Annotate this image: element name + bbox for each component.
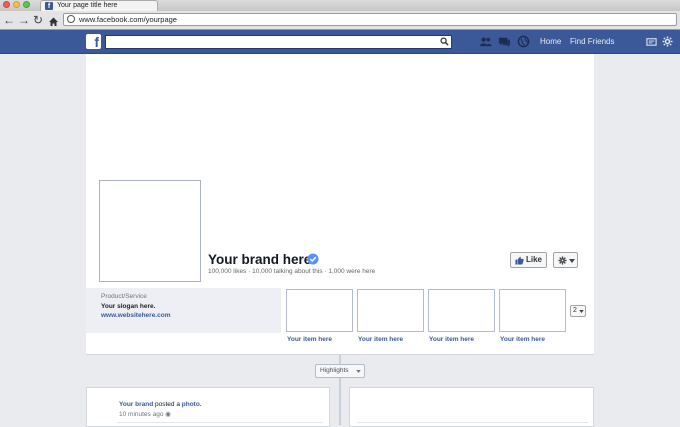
highlights-label: Highlights — [320, 367, 349, 374]
verified-badge-icon — [307, 253, 319, 265]
timeline-post-right — [349, 387, 594, 427]
app-label-3[interactable]: Your item here — [429, 336, 474, 343]
page-category: Product/Service — [101, 293, 147, 300]
app-thumbnail-4[interactable] — [499, 289, 566, 332]
page-info-bar: Product/Service Your slogan here. www.we… — [86, 288, 594, 355]
minimize-window-button[interactable] — [13, 1, 20, 8]
zoom-window-button[interactable] — [23, 1, 30, 8]
search-icon[interactable] — [440, 37, 449, 46]
search-input[interactable] — [105, 35, 452, 49]
messages-icon[interactable] — [498, 35, 511, 48]
globe-icon — [67, 15, 75, 23]
reload-icon[interactable]: ↻ — [33, 13, 43, 27]
post-header: Your brand posted a photo. — [119, 401, 202, 408]
post-divider — [358, 422, 588, 423]
browser-titlebar: f Your page title here — [0, 0, 680, 11]
settings-gear-icon[interactable] — [662, 36, 673, 47]
post-author-link[interactable]: Your brand — [119, 401, 153, 408]
page-website-link[interactable]: www.websitehere.com — [101, 312, 170, 319]
profile-picture[interactable] — [99, 180, 201, 282]
chevron-down-icon — [356, 370, 361, 373]
nav-find-friends-link[interactable]: Find Friends — [570, 37, 614, 47]
timeline-post-left: Your brand posted a photo. 10 minutes ag… — [86, 387, 330, 427]
post-divider — [117, 422, 322, 423]
tab-title: Your page title here — [57, 2, 118, 9]
url-text: www.facebook.com/yourpage — [79, 15, 177, 24]
facebook-topbar: f Home Find Friends — [0, 30, 680, 54]
thumbs-up-icon — [515, 256, 524, 265]
facebook-favicon-icon: f — [45, 2, 53, 10]
back-arrow-icon[interactable]: ← — [3, 13, 15, 27]
close-window-button[interactable] — [3, 1, 10, 8]
facebook-logo-icon[interactable]: f — [86, 34, 101, 50]
app-label-4[interactable]: Your item here — [500, 336, 545, 343]
friend-requests-icon[interactable] — [479, 35, 492, 48]
more-apps-count: 2 — [573, 307, 577, 314]
app-thumbnail-2[interactable] — [357, 289, 424, 332]
home-icon[interactable] — [48, 14, 59, 26]
privacy-shortcuts-icon[interactable] — [646, 36, 657, 47]
browser-toolbar: ← → ↻ www.facebook.com/yourpage — [0, 11, 680, 30]
forward-arrow-icon[interactable]: → — [18, 13, 30, 27]
like-button[interactable]: Like — [510, 252, 547, 268]
highlights-dropdown[interactable]: Highlights — [315, 364, 365, 378]
about-box[interactable]: Product/Service Your slogan here. www.we… — [86, 288, 281, 333]
notifications-globe-icon[interactable] — [517, 35, 530, 48]
post-object-link[interactable]: photo. — [182, 401, 202, 408]
post-timestamp[interactable]: 10 minutes ago ◉ — [119, 410, 171, 418]
post-action: posted a — [153, 401, 182, 408]
like-button-label: Like — [526, 255, 543, 264]
page-settings-button[interactable] — [553, 252, 578, 268]
app-label-2[interactable]: Your item here — [358, 336, 403, 343]
app-label-1[interactable]: Your item here — [287, 336, 332, 343]
chevron-down-icon — [569, 259, 575, 263]
page-slogan: Your slogan here. — [101, 303, 156, 310]
globe-icon: ◉ — [165, 411, 171, 418]
address-bar[interactable]: www.facebook.com/yourpage — [63, 13, 677, 26]
browser-tab[interactable]: f Your page title here — [40, 0, 158, 11]
nav-home-link[interactable]: Home — [540, 37, 561, 47]
app-thumbnail-3[interactable] — [428, 289, 495, 332]
app-thumbnail-1[interactable] — [286, 289, 353, 332]
gear-icon — [558, 256, 567, 265]
page-stats: 100,000 likes · 10,000 talking about thi… — [208, 268, 376, 275]
more-apps-button[interactable]: 2 — [570, 305, 586, 317]
chevron-down-icon — [579, 310, 584, 313]
